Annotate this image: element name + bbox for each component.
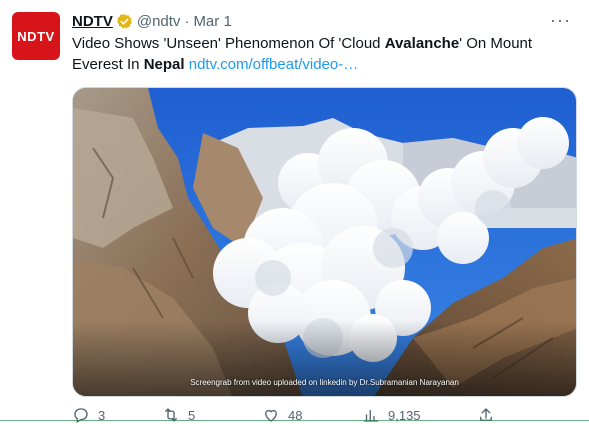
- tweet-text: Video Shows 'Unseen' Phenomenon Of 'Clou…: [72, 33, 577, 75]
- views-button[interactable]: 9,135: [362, 406, 421, 424]
- share-icon: [480, 408, 492, 421]
- tweet-card[interactable]: NDTV NDTV @ndtv · Mar 1 ··· Video Shows …: [0, 0, 589, 424]
- divider: [0, 420, 589, 421]
- more-options-icon[interactable]: ···: [550, 10, 571, 31]
- tweet-text-bold-nepal: Nepal: [143, 56, 185, 73]
- tweet-date[interactable]: Mar 1: [193, 13, 231, 30]
- reply-icon: [74, 408, 88, 423]
- heart-icon: [265, 409, 277, 422]
- like-button[interactable]: 48: [262, 406, 302, 424]
- tweet-header: NDTV @ndtv · Mar 1 ···: [72, 10, 579, 32]
- avatar-logo-text: NDTV: [17, 28, 55, 44]
- retweet-button[interactable]: 5: [162, 406, 195, 424]
- share-button[interactable]: [477, 406, 503, 424]
- author-name[interactable]: NDTV: [72, 13, 113, 30]
- tweet-text-part: Video Shows 'Unseen' Phenomenon Of 'Clou…: [72, 35, 385, 52]
- separator-dot: ·: [184, 12, 190, 30]
- tweet-media-image[interactable]: Screengrab from video uploaded on linked…: [72, 87, 577, 397]
- author-handle[interactable]: @ndtv: [137, 13, 181, 30]
- reply-button[interactable]: 3: [72, 406, 105, 424]
- tweet-text-bold-avalanche: Avalanche: [384, 35, 460, 52]
- avalanche-photo: [73, 88, 576, 396]
- retweet-icon: [165, 408, 177, 422]
- media-caption: Screengrab from video uploaded on linked…: [190, 378, 459, 387]
- avatar[interactable]: NDTV: [12, 12, 60, 60]
- verified-badge-icon: [116, 13, 132, 29]
- analytics-icon: [363, 409, 379, 422]
- tweet-link[interactable]: ndtv.com/offbeat/video-…: [189, 56, 359, 73]
- action-bar: 3 5 48 9,135: [72, 405, 502, 424]
